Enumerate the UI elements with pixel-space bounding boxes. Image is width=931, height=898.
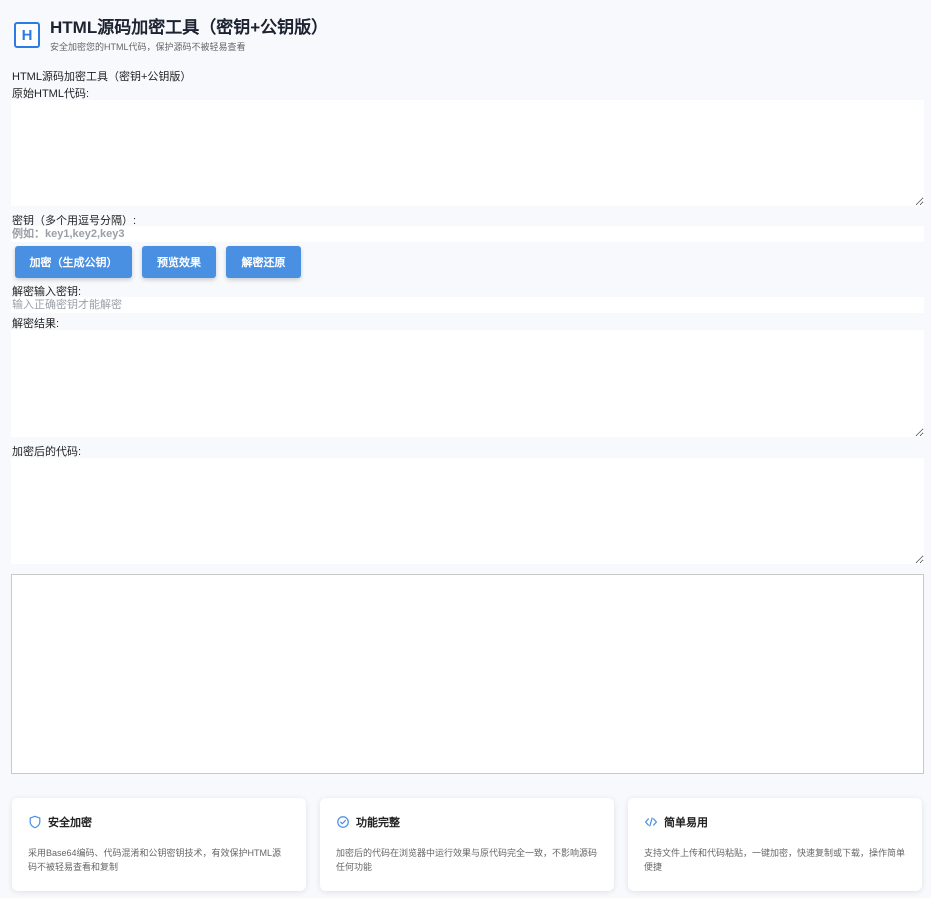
feature-title: 简单易用 [664,817,708,829]
feature-title: 安全加密 [48,817,92,829]
check-circle-icon [337,816,349,828]
source-code-textarea[interactable] [11,100,924,206]
encrypted-code-label: 加密后的代码: [12,446,82,458]
decrypt-button[interactable]: 解密还原 [226,246,301,278]
code-icon [644,817,658,827]
feature-desc: 采用Base64编码、代码混淆和公钥密钥技术，有效保护HTML源码不被轻易查看和… [28,848,282,872]
source-code-label: 原始HTML代码: [12,88,89,100]
feature-desc: 加密后的代码在浏览器中运行效果与原代码完全一致，不影响源码任何功能 [336,848,598,872]
encrypted-code-textarea[interactable] [11,458,924,564]
section-title: HTML源码加密工具（密钥+公钥版） [12,71,192,83]
preview-button[interactable]: 预览效果 [142,246,216,278]
decrypt-key-input[interactable] [11,297,924,313]
feature-card-easy: 简单易用 支持文件上传和代码粘贴，一键加密，快速复制或下载，操作简单便捷 [628,798,922,891]
html-logo-icon: H [14,22,40,48]
decrypt-result-textarea[interactable] [11,330,924,437]
page-subtitle: 安全加密您的HTML代码，保护源码不被轻易查看 [50,42,246,52]
feature-card-security: 安全加密 采用Base64编码、代码混淆和公钥密钥技术，有效保护HTML源码不被… [12,798,306,891]
feature-card-complete: 功能完整 加密后的代码在浏览器中运行效果与原代码完全一致，不影响源码任何功能 [320,798,614,891]
encrypt-button[interactable]: 加密（生成公钥） [15,246,132,278]
feature-title: 功能完整 [356,817,400,829]
decrypt-result-label: 解密结果: [12,318,60,330]
preview-frame [11,574,924,774]
app-header: H HTML源码加密工具（密钥+公钥版） 安全加密您的HTML代码，保护源码不被… [14,14,328,53]
feature-desc: 支持文件上传和代码粘贴，一键加密，快速复制或下载，操作简单便捷 [644,848,906,872]
shield-icon [29,815,41,829]
page-title: HTML源码加密工具（密钥+公钥版） [50,18,329,37]
keys-input[interactable] [11,226,924,242]
